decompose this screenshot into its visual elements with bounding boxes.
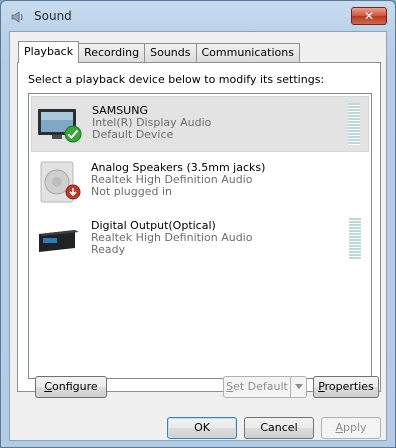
device-status: Not plugged in — [91, 185, 173, 198]
apply-button[interactable]: Apply — [321, 417, 381, 439]
dropdown-arrow[interactable] — [290, 377, 306, 397]
properties-button[interactable]: Properties — [313, 376, 379, 398]
label-part: pply — [343, 421, 367, 434]
set-default-split-button[interactable]: Set Default — [223, 376, 307, 398]
accelerator-key: C — [44, 380, 53, 393]
sound-window: Sound ✕ Playback Recording Sounds Commun… — [0, 0, 396, 448]
tab-communications[interactable]: Communications — [195, 43, 300, 62]
ok-button[interactable]: OK — [167, 417, 237, 439]
device-status: Ready — [91, 243, 126, 256]
chevron-down-icon — [295, 384, 303, 389]
tab-sounds[interactable]: Sounds — [144, 43, 197, 62]
close-button[interactable]: ✕ — [351, 7, 387, 25]
title-bar[interactable]: Sound ✕ — [1, 1, 395, 31]
instruction-text: Select a playback device below to modify… — [28, 73, 325, 86]
label-part: onfigure — [52, 380, 98, 393]
close-icon: ✕ — [363, 9, 375, 23]
receiver-icon — [39, 230, 79, 252]
device-item-samsung[interactable]: SAMSUNG Intel(R) Display Audio Default D… — [31, 96, 369, 152]
device-list[interactable]: SAMSUNG Intel(R) Display Audio Default D… — [28, 93, 372, 379]
unplugged-icon — [65, 184, 81, 200]
accelerator-key: A — [335, 421, 343, 434]
volume-meter — [348, 103, 360, 145]
checkmark-icon — [64, 125, 82, 143]
window-title: Sound — [34, 9, 72, 23]
playback-panel: Select a playback device below to modify… — [17, 62, 381, 392]
configure-button[interactable]: Configure — [35, 376, 107, 398]
device-item-digital-output[interactable]: Digital Output(Optical) Realtek High Def… — [31, 212, 369, 268]
cancel-button[interactable]: Cancel — [244, 417, 314, 439]
label-part: et Default — [233, 380, 288, 393]
speaker-icon — [11, 11, 23, 23]
device-item-analog-speakers[interactable]: Analog Speakers (3.5mm jacks) Realtek Hi… — [31, 154, 369, 210]
volume-meter — [349, 218, 361, 260]
device-status: Default Device — [92, 128, 174, 141]
dialog-body: Playback Recording Sounds Communications… — [9, 31, 387, 441]
tab-recording[interactable]: Recording — [78, 43, 146, 62]
tab-strip: Playback Recording Sounds Communications — [18, 41, 300, 63]
tab-playback[interactable]: Playback — [18, 41, 80, 63]
label-part: roperties — [324, 380, 374, 393]
